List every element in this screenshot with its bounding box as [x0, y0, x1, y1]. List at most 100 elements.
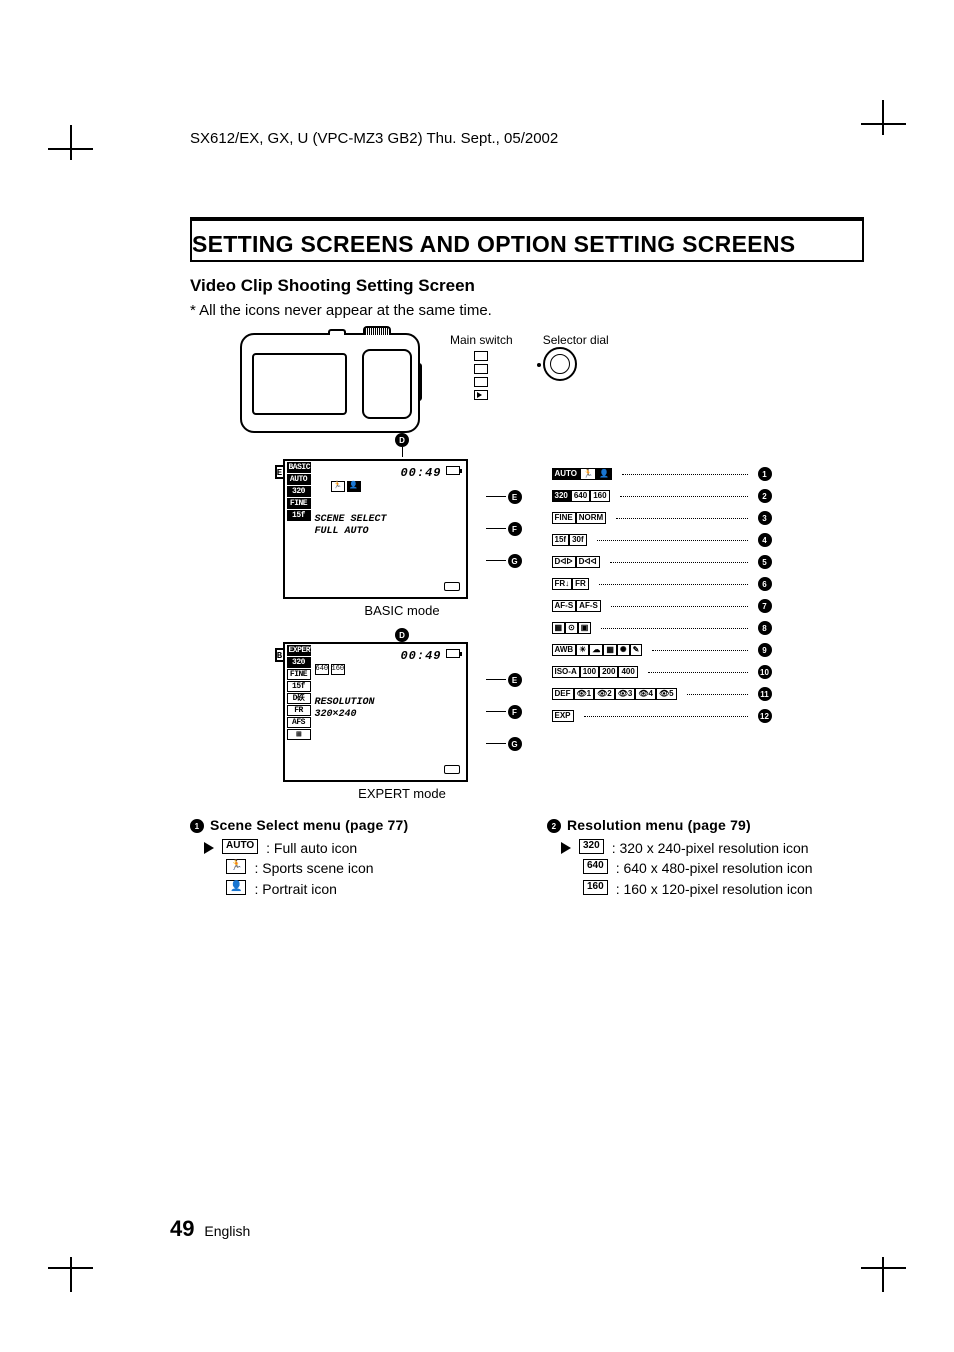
basic-mode-screen: E BASICAUTO320FINE15f 🏃 👤 00:49 SCENE SE…: [283, 459, 468, 599]
reference-number-icon: 1: [758, 467, 772, 481]
menu-item: AUTO: Full auto icon: [204, 839, 507, 857]
basic-tab-letter: E: [275, 465, 285, 479]
menu-item: 👤: Portrait icon: [226, 880, 507, 898]
camera-diagram-row: Main switch Selector dial: [240, 333, 864, 433]
callout-15b-icon: E: [508, 673, 522, 687]
reference-icon: 👤: [596, 468, 612, 480]
mode-badge: ▦: [287, 729, 311, 740]
basic-row-icons: 🏃 👤: [315, 481, 361, 492]
reference-icon: 👁3: [615, 688, 636, 700]
callout-17b-icon: G: [508, 737, 522, 751]
basic-time: 00:49: [400, 466, 441, 480]
mode-badge: AUTO: [287, 474, 311, 485]
reference-number-icon: 7: [758, 599, 772, 613]
reference-icon: ✎: [630, 644, 643, 656]
mode-badge: BASIC: [287, 462, 311, 473]
reference-icon: DEF: [552, 688, 574, 700]
reference-row: EXP12: [552, 705, 772, 727]
mode-badge: FINE: [287, 669, 311, 680]
reference-icon: 200: [599, 666, 618, 678]
reference-icon: ▣: [578, 622, 592, 634]
expert-mode-screen: B EXPERT320FINE15fD䂠FRAFS▦ 640160 00:49 …: [283, 642, 468, 782]
section-title: SETTING SCREENS AND OPTION SETTING SCREE…: [192, 231, 862, 258]
reference-icon: FINE: [552, 512, 576, 524]
reference-icon: ⊙: [565, 622, 578, 634]
reference-icon: Dᐊᐅ: [552, 556, 576, 568]
callout-16b-icon: F: [508, 705, 522, 719]
reference-icon: AWB: [552, 644, 577, 656]
reference-icon: AUTO: [552, 468, 581, 480]
rec-media-icon: [446, 649, 460, 658]
expert-tab-letter: B: [275, 648, 285, 662]
crop-mark: [48, 1257, 112, 1302]
reference-icon: 30f: [569, 534, 587, 546]
expert-line1: RESOLUTION: [315, 697, 375, 709]
reference-row: 3206401602: [552, 485, 772, 507]
scene-select-menu: 1Scene Select menu (page 77) AUTO: Full …: [190, 817, 507, 900]
main-switch-label: Main switch: [450, 333, 513, 347]
mode-badge: 320: [287, 486, 311, 497]
reference-number-icon: 4: [758, 533, 772, 547]
menu-item: 160: 160 x 120-pixel resolution icon: [583, 880, 864, 898]
expert-row-icons: 640160: [315, 664, 345, 675]
reference-row: FR↓FR6: [552, 573, 772, 595]
reference-icon: EXP: [552, 710, 574, 722]
reference-row: DEF👁1👁2👁3👁4👁511: [552, 683, 772, 705]
menu-item-icon: 320: [579, 839, 604, 854]
reference-number-icon: 2: [758, 489, 772, 503]
reference-icon: 👁1: [574, 688, 595, 700]
menu-item-text: : Full auto icon: [266, 839, 357, 857]
reference-row: 15f30f4: [552, 529, 772, 551]
callout-16-icon: F: [508, 522, 522, 536]
battery-icon: [444, 582, 460, 591]
reference-row: AWB☀☁▦✺✎ 9: [552, 639, 772, 661]
rec-media-icon: [446, 466, 460, 475]
mode-badge: EXPERT: [287, 645, 311, 656]
menu-1-heading: Scene Select menu (page 77): [210, 817, 408, 833]
reference-icon: 320: [552, 490, 571, 502]
reference-number-icon: 5: [758, 555, 772, 569]
reference-number-icon: 11: [758, 687, 772, 701]
reference-icon: 400: [618, 666, 637, 678]
reference-icon: ☁: [589, 644, 603, 656]
cursor-icon: [204, 842, 214, 854]
reference-icon: ISO-A: [552, 666, 580, 678]
reference-number-icon: 8: [758, 621, 772, 635]
mode-badge: FR: [287, 705, 311, 716]
document-header: SX612/EX, GX, U (VPC-MZ3 GB2) Thu. Sept.…: [190, 130, 864, 147]
callout-14-icon: D: [395, 433, 409, 447]
resolution-menu: 2Resolution menu (page 79) 320: 320 x 24…: [547, 817, 864, 900]
menu-item-icon: 👤: [226, 880, 246, 895]
reference-icon: ✺: [617, 644, 630, 656]
mode-badge: 15f: [287, 681, 311, 692]
reference-icon: FR: [572, 578, 589, 590]
reference-number-icon: 9: [758, 643, 772, 657]
reference-icon: ☀: [576, 644, 589, 656]
note-text: * All the icons never appear at the same…: [190, 302, 864, 319]
cursor-icon: [561, 842, 571, 854]
camera-illustration: [240, 333, 420, 433]
reference-icon: Dᐊᐊ: [576, 556, 600, 568]
menu-item: 640 : 640 x 480-pixel resolution icon: [583, 859, 864, 877]
menu-item-text: : 320 x 240-pixel resolution icon: [612, 839, 809, 857]
reference-icon: NORM: [576, 512, 606, 524]
reference-row: AUTO🏃👤1: [552, 463, 772, 485]
page-language: English: [204, 1223, 250, 1239]
reference-row: ISO-A10020040010: [552, 661, 772, 683]
menu-item-icon: 640: [583, 859, 608, 874]
reference-icon: ▦: [603, 644, 617, 656]
crop-mark: [842, 1257, 906, 1302]
reference-icon: 👁5: [656, 688, 677, 700]
reference-row: AF-SAF-S7: [552, 595, 772, 617]
subheading: Video Clip Shooting Setting Screen: [190, 276, 864, 296]
expert-time: 00:49: [400, 649, 441, 663]
menu-item-text: : 640 x 480-pixel resolution icon: [616, 859, 813, 877]
mode-badge: AFS: [287, 717, 311, 728]
mode-badge: 15f: [287, 510, 311, 521]
reference-number-icon: 3: [758, 511, 772, 525]
resolution-option-icon: 640: [315, 664, 329, 675]
menu-item: 320 : 320 x 240-pixel resolution icon: [561, 839, 864, 857]
mode-badge: D䂠: [287, 693, 311, 704]
menu-item-icon: 160: [583, 880, 608, 895]
reference-icon: AF-S: [576, 600, 601, 612]
